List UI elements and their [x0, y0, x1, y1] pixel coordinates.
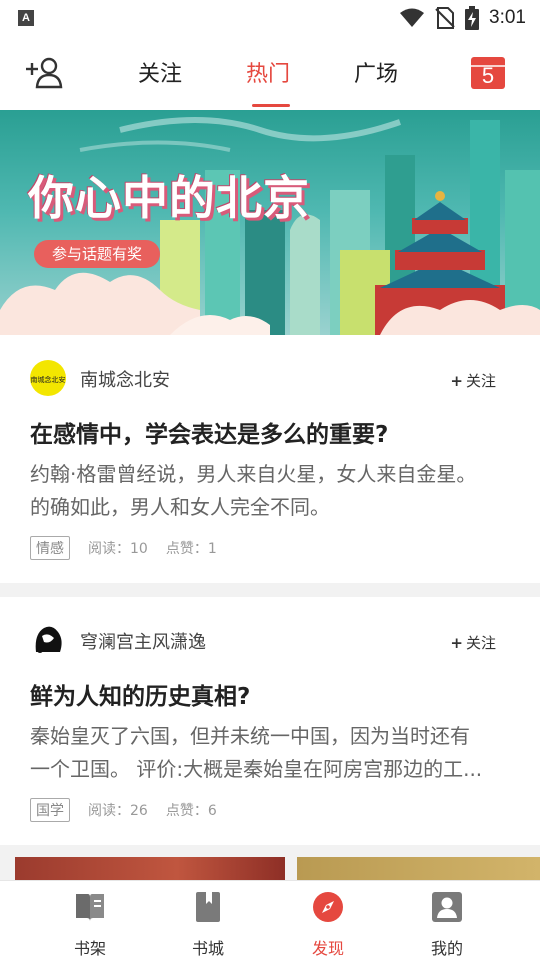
read-count: 阅读：10: [88, 541, 148, 557]
calendar-day: 5: [482, 63, 494, 88]
add-friend-icon[interactable]: [24, 56, 64, 90]
tab-follow[interactable]: 关注: [138, 56, 182, 88]
svg-text:南城念北安: 南城念北安: [31, 375, 66, 384]
nav-bookstore[interactable]: 书城: [168, 891, 248, 959]
profile-icon: [432, 892, 462, 922]
app-screen: A 3:01 关注 热门 广场 5 你心中的北京 参与话题有奖 南城念北安 南城…: [0, 0, 540, 960]
battery-charging-icon: [465, 6, 480, 30]
follow-button[interactable]: + 关注: [450, 370, 496, 391]
nav-discover[interactable]: 发现: [288, 891, 368, 959]
topic-banner[interactable]: 你心中的北京 参与话题有奖: [0, 110, 540, 335]
bookstore-icon: [196, 892, 220, 922]
plus-icon: +: [450, 372, 463, 390]
post-tag[interactable]: 国学: [30, 798, 70, 822]
status-time: 3:01: [489, 7, 526, 28]
like-count: 点赞：1: [165, 541, 217, 557]
post-excerpt[interactable]: 秦始皇灭了六国，但并未统一中国，因为当时还有 一个卫国。 评价:大概是秦始皇在阿…: [30, 720, 500, 786]
active-tab-indicator: [252, 104, 290, 107]
avatar[interactable]: 南城念北安: [30, 360, 66, 396]
notification-app-icon: A: [18, 10, 34, 26]
like-count: 点赞：6: [165, 803, 217, 819]
status-indicators: 3:01: [399, 4, 526, 32]
post-title[interactable]: 鲜为人知的历史真相?: [30, 677, 250, 711]
bottom-navigation: 书架 书城 发现 我的: [0, 880, 540, 960]
no-sim-icon: [435, 7, 455, 29]
tab-square[interactable]: 广场: [354, 56, 398, 88]
post-meta: 国学 阅读：26 点赞：6: [30, 798, 217, 822]
post-tag[interactable]: 情感: [30, 536, 70, 560]
top-navigation: 关注 热门 广场 5: [0, 36, 540, 110]
compass-icon: [313, 892, 343, 922]
bookshelf-icon: [76, 894, 104, 921]
author-name[interactable]: 南城念北安: [80, 366, 170, 392]
avatar[interactable]: [30, 622, 66, 658]
read-count: 阅读：26: [88, 803, 148, 819]
wifi-icon: [400, 8, 425, 27]
post-card[interactable]: 南城念北安 南城念北安 + 关注 在感情中，学会表达是多么的重要? 约翰·格雷曾经…: [0, 335, 540, 583]
plus-icon: +: [450, 634, 463, 652]
post-title[interactable]: 在感情中，学会表达是多么的重要?: [30, 415, 388, 449]
post-card[interactable]: 穹澜宫主风潇逸 + 关注 鲜为人知的历史真相? 秦始皇灭了六国，但并未统一中国，因…: [0, 597, 540, 845]
tab-hot[interactable]: 热门: [246, 56, 290, 88]
post-excerpt[interactable]: 约翰·格雷曾经说，男人来自火星，女人来自金星。 的确如此，男人和女人完全不同。: [30, 458, 500, 524]
nav-profile[interactable]: 我的: [407, 891, 487, 959]
author-name[interactable]: 穹澜宫主风潇逸: [80, 628, 206, 654]
post-meta: 情感 阅读：10 点赞：1: [30, 536, 217, 560]
banner-title: 你心中的北京: [28, 171, 310, 225]
follow-button[interactable]: + 关注: [450, 632, 496, 653]
calendar-icon[interactable]: 5: [470, 54, 506, 90]
nav-bookshelf[interactable]: 书架: [50, 891, 130, 959]
join-topic-button[interactable]: 参与话题有奖: [34, 240, 160, 268]
status-bar: A 3:01: [0, 0, 540, 36]
